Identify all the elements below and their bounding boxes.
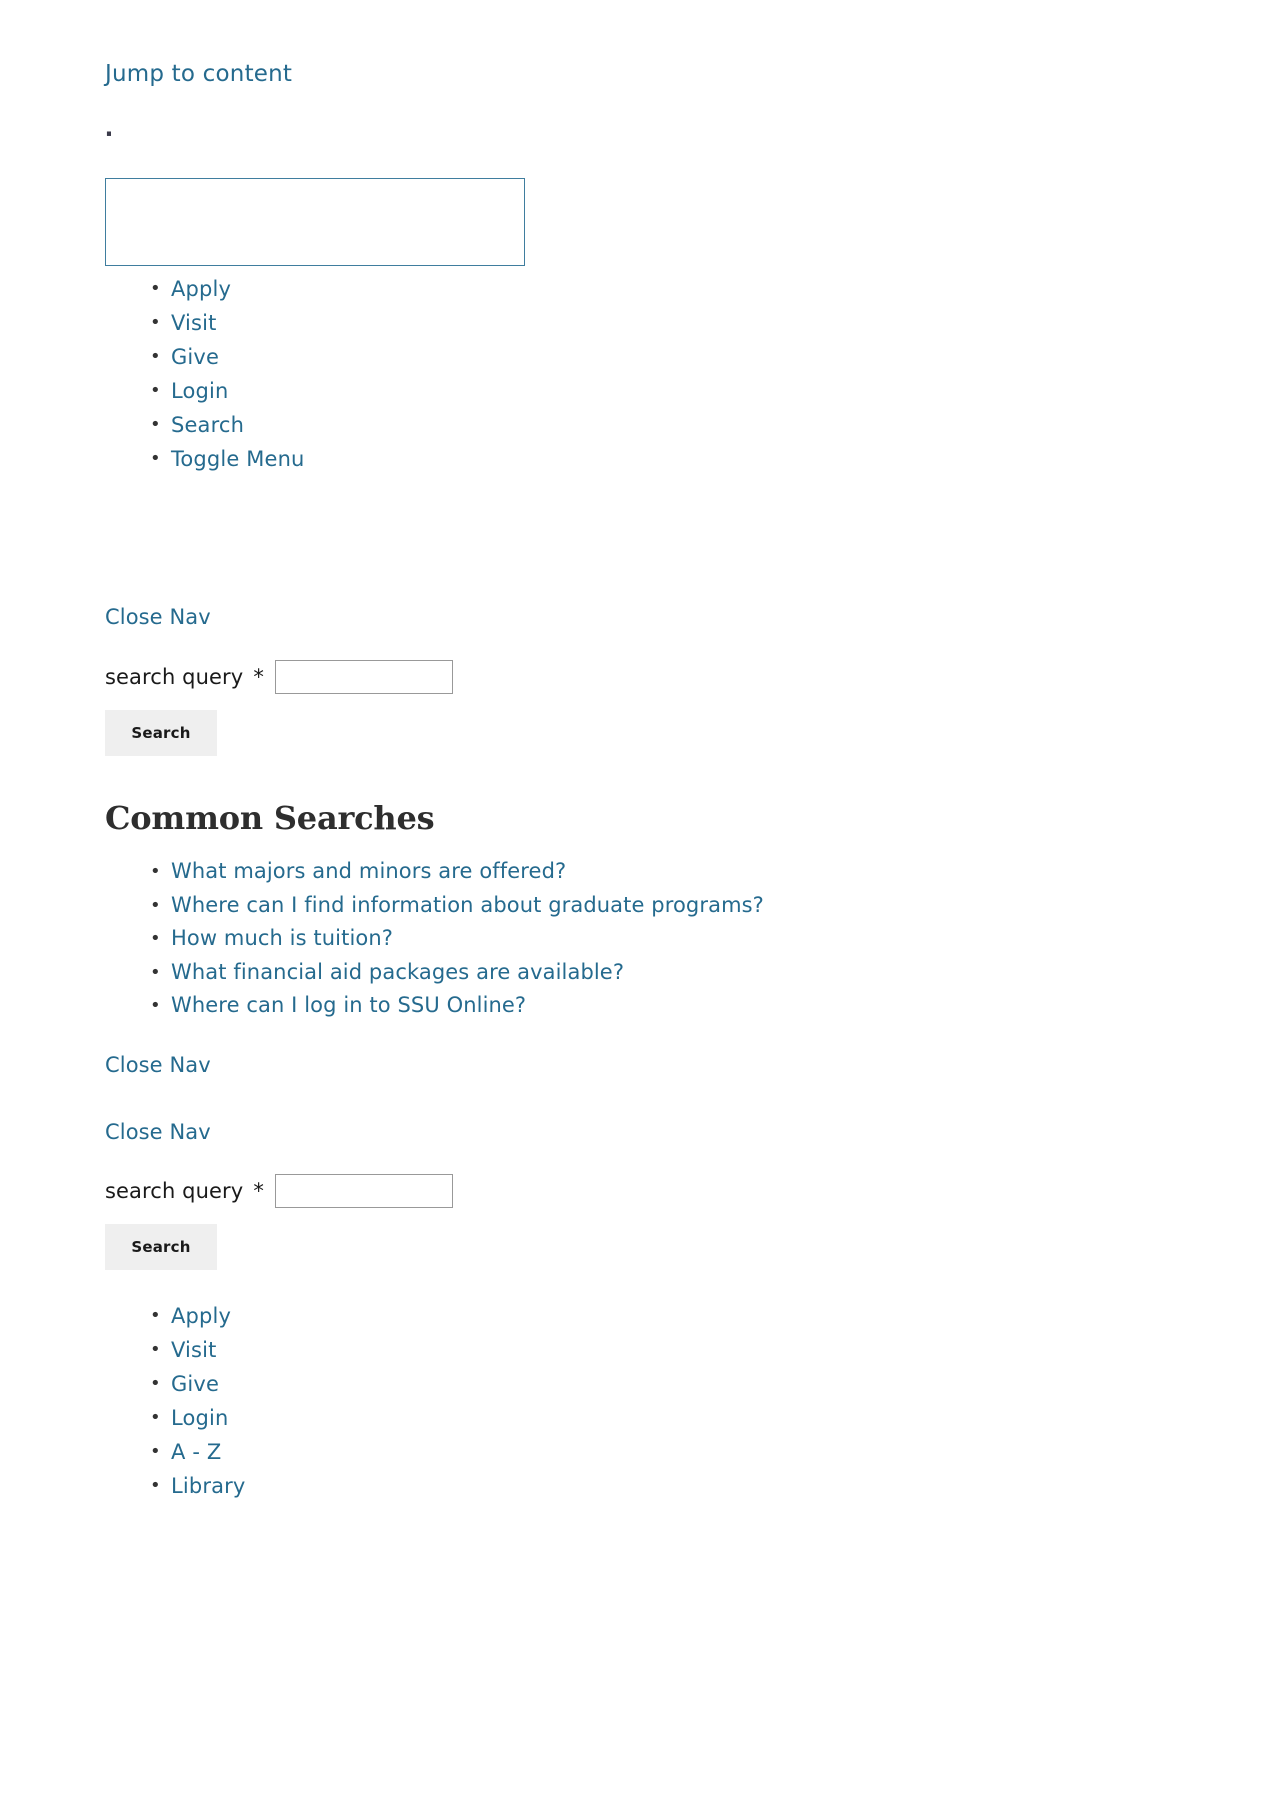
nav-item-a-z[interactable]: A - Z: [105, 1435, 245, 1469]
search-form-secondary: search query * Search: [105, 1174, 705, 1270]
search-row: search query *: [105, 660, 705, 706]
search-query-label: search query: [105, 665, 244, 689]
nav-item-search[interactable]: Search: [105, 408, 305, 442]
nav-item-login[interactable]: Login: [105, 374, 305, 408]
close-nav-link-2[interactable]: Close Nav: [105, 1052, 211, 1078]
close-nav-link-1[interactable]: Close Nav: [105, 604, 211, 630]
bottom-utility-nav: Apply Visit Give Login A - Z Library: [105, 1299, 245, 1503]
nav-link-apply[interactable]: Apply: [171, 1304, 231, 1328]
search-row: search query *: [105, 1174, 705, 1220]
nav-item-give[interactable]: Give: [105, 1367, 245, 1401]
nav-item-toggle-menu[interactable]: Toggle Menu: [105, 442, 305, 476]
list-item[interactable]: What financial aid packages are availabl…: [105, 956, 764, 990]
nav-item-visit[interactable]: Visit: [105, 306, 305, 340]
broken-image-icon: ▪: [106, 130, 111, 138]
nav-item-library[interactable]: Library: [105, 1469, 245, 1503]
common-searches-heading: Common Searches: [105, 799, 435, 837]
nav-item-apply[interactable]: Apply: [105, 272, 305, 306]
nav-item-give[interactable]: Give: [105, 340, 305, 374]
nav-link-apply[interactable]: Apply: [171, 277, 231, 301]
required-marker: *: [253, 665, 264, 689]
search-submit-button[interactable]: Search: [105, 1224, 217, 1270]
nav-item-login[interactable]: Login: [105, 1401, 245, 1435]
nav-link-give[interactable]: Give: [171, 1372, 219, 1396]
page-root: Jump to content ▪ Apply Visit Give Login…: [0, 0, 1280, 1810]
nav-link-library[interactable]: Library: [171, 1474, 245, 1498]
common-search-link-ssu-online[interactable]: Where can I log in to SSU Online?: [171, 993, 526, 1017]
search-submit-button[interactable]: Search: [105, 710, 217, 756]
list-item[interactable]: Where can I find information about gradu…: [105, 889, 764, 923]
list-item[interactable]: How much is tuition?: [105, 922, 764, 956]
common-searches-list: What majors and minors are offered? Wher…: [105, 855, 764, 1023]
common-search-link-majors[interactable]: What majors and minors are offered?: [171, 859, 566, 883]
common-search-link-financial-aid[interactable]: What financial aid packages are availabl…: [171, 960, 624, 984]
site-logo-placeholder[interactable]: [105, 178, 525, 266]
search-query-input[interactable]: [274, 1174, 453, 1208]
nav-link-login[interactable]: Login: [171, 379, 228, 403]
list-item[interactable]: What majors and minors are offered?: [105, 855, 764, 889]
nav-link-give[interactable]: Give: [171, 345, 219, 369]
search-query-label: search query: [105, 1179, 244, 1203]
search-form-primary: search query * Search: [105, 660, 705, 756]
nav-link-toggle-menu[interactable]: Toggle Menu: [171, 447, 305, 471]
close-nav-link-3[interactable]: Close Nav: [105, 1119, 211, 1145]
nav-link-login[interactable]: Login: [171, 1406, 228, 1430]
nav-item-apply[interactable]: Apply: [105, 1299, 245, 1333]
nav-item-visit[interactable]: Visit: [105, 1333, 245, 1367]
common-search-link-tuition[interactable]: How much is tuition?: [171, 926, 393, 950]
list-item[interactable]: Where can I log in to SSU Online?: [105, 989, 764, 1023]
required-marker: *: [253, 1179, 264, 1203]
search-query-input[interactable]: [274, 660, 453, 694]
nav-link-a-z[interactable]: A - Z: [171, 1440, 221, 1464]
top-utility-nav: Apply Visit Give Login Search Toggle Men…: [105, 272, 305, 476]
nav-link-visit[interactable]: Visit: [171, 1338, 217, 1362]
common-search-link-graduate[interactable]: Where can I find information about gradu…: [171, 893, 764, 917]
nav-link-visit[interactable]: Visit: [171, 311, 217, 335]
jump-to-content-link[interactable]: Jump to content: [105, 60, 292, 88]
nav-link-search[interactable]: Search: [171, 413, 244, 437]
